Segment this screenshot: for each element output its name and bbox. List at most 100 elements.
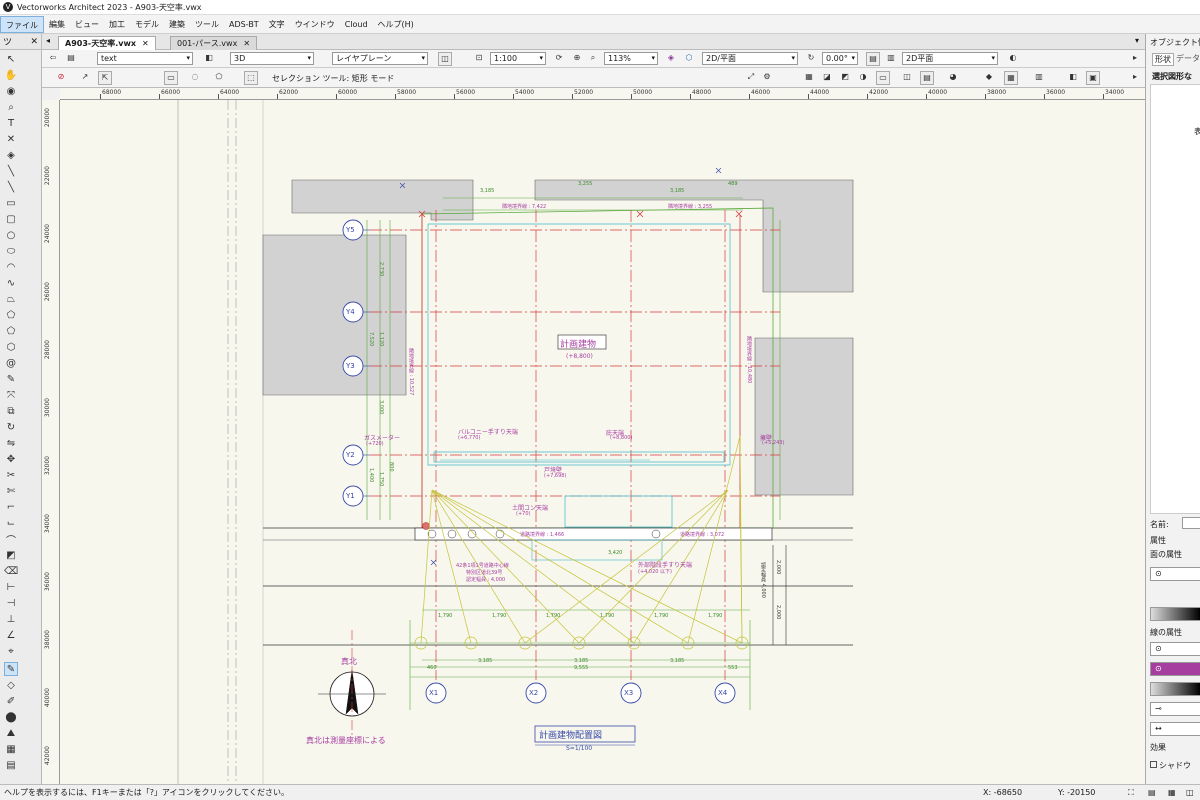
fillet-tool-icon[interactable]: ⌐ [4,500,18,514]
menu-text[interactable]: 文字 [264,16,290,33]
shape-tool-icon[interactable]: ◇ [4,678,18,692]
snap-edge-icon[interactable]: ◑ [856,71,870,85]
line-tool-icon[interactable]: ╲ [4,164,18,178]
zoom-select[interactable]: 113% [604,52,658,65]
status-layout-icon[interactable]: ◫ [1186,788,1194,797]
layer-select[interactable]: レイヤプレーン [332,52,428,65]
rect-select-mode-icon[interactable]: ⇱ [98,71,112,85]
flyover-tool-icon[interactable]: ◉ [4,84,18,98]
menu-model[interactable]: モデル [130,16,164,33]
rectangle-tool-icon[interactable]: ▭ [4,196,18,210]
refresh-icon[interactable]: ⟳ [552,52,566,66]
pen-tool-icon[interactable]: ✎ [4,662,18,676]
menu-view[interactable]: ビュー [70,16,104,33]
menu-help[interactable]: ヘルプ(H) [373,16,419,33]
class-select[interactable]: text [97,52,193,65]
single-mode-icon[interactable]: ↗ [78,71,92,85]
rounded-rect-tool-icon[interactable]: ▢ [4,212,18,226]
status-panel-icon[interactable]: ▤ [1148,788,1156,797]
door-tool-icon[interactable]: ▤ [4,758,18,772]
shadow-checkbox[interactable]: シャドウ [1150,760,1191,771]
zoom-tool-icon[interactable]: ⌕ [4,100,18,114]
name-field[interactable] [1182,517,1200,529]
tab-a903[interactable]: A903-天空率.vwx ✕ [58,36,156,50]
render-mode-select[interactable]: 2D平面 [902,52,998,65]
saved-views-icon[interactable]: ◆ [982,71,996,85]
brush-tool-icon[interactable]: ✐ [4,694,18,708]
offset-tool-icon[interactable]: ⧉ [4,404,18,418]
tab-001[interactable]: 001-パース.vwx ✕ [170,36,258,50]
menu-cloud[interactable]: Cloud [340,16,373,33]
paint-tool-icon[interactable]: ⬤ [4,710,18,724]
snap-icon[interactable]: ⤢ [744,71,758,85]
menu-tools[interactable]: ツール [190,16,224,33]
lasso-mode-icon[interactable]: ◌ [188,71,202,85]
spiral-tool-icon[interactable]: @ [4,356,18,370]
split-tool-icon[interactable]: ✂ [4,468,18,482]
double-polygon-tool-icon[interactable]: ⬠ [4,324,18,338]
text-tool-icon[interactable]: T [4,116,18,130]
rotate-tool-icon[interactable]: ↻ [4,420,18,434]
window-tool-icon[interactable]: ▦ [4,742,18,756]
scale-icon[interactable]: ⊡ [472,52,486,66]
working-plane-icon[interactable]: ◫ [900,71,914,85]
zoom-fit-icon[interactable]: ⊕ [570,52,584,66]
snap-angle-icon[interactable]: ◩ [838,71,852,85]
selection-tool-icon[interactable]: ↖ [4,52,18,66]
line-color-swatch[interactable]: ⊙ [1150,662,1200,676]
view-select[interactable]: 3D [230,52,314,65]
circle-tool-icon[interactable]: ○ [4,228,18,242]
class-options-icon[interactable]: ◕ [946,71,960,85]
multiple-views-icon[interactable]: ▦ [1004,71,1018,85]
polygon-tool-icon[interactable]: ⬠ [4,308,18,322]
eraser-tool-icon[interactable]: ⌫ [4,564,18,578]
dimension-tool-icon[interactable]: ⊢ [4,580,18,594]
freehand-tool-icon[interactable]: ∿ [4,276,18,290]
line-thickness-select[interactable]: ⊸ [1150,702,1200,716]
selection-tool-mode-icon[interactable]: ⬚ [244,71,258,85]
clip-tool-icon[interactable]: ◩ [4,548,18,562]
active-layer-icon[interactable]: ◫ [438,52,452,66]
pan-tool-icon[interactable]: ✋ [4,68,18,82]
render-icon[interactable]: ◈ [664,52,678,66]
rectangle-mode-icon[interactable]: ▭ [164,71,178,85]
rotation-icon[interactable]: ↻ [804,52,818,66]
layer-plane-icon[interactable]: ▤ [866,52,880,66]
close-icon[interactable]: ✕ [243,37,250,50]
zoom-icon[interactable]: ⌕ [586,52,600,66]
walls-icon[interactable]: ▥ [1032,71,1046,85]
plane-mode-icon[interactable]: ▥ [884,52,898,66]
drawing-canvas[interactable]: 計画建物 (+8,800) Y5 Y4 Y3 Y2 Y1 X1 X2 X3 X4… [60,100,1145,784]
reshape-tool-icon[interactable]: ⤧ [4,388,18,402]
double-line-tool-icon[interactable]: ╲ [4,180,18,194]
close-icon[interactable]: ✕ [142,37,149,50]
toolbox-close-icon[interactable]: ✕ [30,37,38,47]
move-tool-icon[interactable]: ✥ [4,452,18,466]
fill-style-select[interactable]: ⊙ [1150,567,1200,581]
snap-object-icon[interactable]: ◪ [820,71,834,85]
viewbar-more-icon[interactable]: ▸ [1128,52,1142,66]
class-icon[interactable]: ▤ [64,52,78,66]
tabs-menu-icon[interactable]: ▾ [1135,36,1139,45]
lighting-icon[interactable]: ◐ [1006,52,1020,66]
modebar-more-icon[interactable]: ▸ [1128,71,1142,85]
line-style-select[interactable]: ⊙ [1150,642,1200,656]
screen-plane-icon[interactable]: ▭ [876,71,890,85]
layer-icon[interactable]: ◧ [202,52,216,66]
landscape-tool-icon[interactable]: ⛰ [4,726,18,740]
projection-icon[interactable]: ⬡ [682,52,696,66]
connect-tool-icon[interactable]: ⌒ [4,532,18,547]
hidden-line-icon[interactable]: ▣ [1086,71,1100,85]
layer-options-icon[interactable]: ▤ [920,71,934,85]
regular-polygon-tool-icon[interactable]: ⬡ [4,340,18,354]
tabs-scroll-left-icon[interactable]: ◂ [46,36,50,45]
ellipse-tool-icon[interactable]: ⬭ [4,244,18,258]
eyedropper-tool-icon[interactable]: ✎ [4,372,18,386]
menu-window[interactable]: ウインドウ [290,16,340,33]
locus-tool-icon[interactable]: ✕ [4,132,18,146]
menu-architect[interactable]: 建築 [164,16,190,33]
arc-tool-icon[interactable]: ◠ [4,260,18,274]
polyline-tool-icon[interactable]: ⏢ [4,292,18,306]
constrained-dim-tool-icon[interactable]: ⊣ [4,596,18,610]
panel-tab-data[interactable]: データ [1176,53,1200,64]
